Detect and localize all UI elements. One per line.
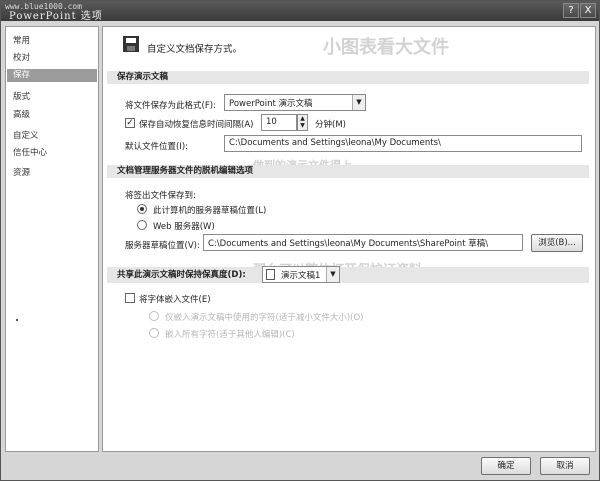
drafts-location-value: C:\Documents and Settings\leona\My Docum… (208, 239, 489, 249)
save-format-select[interactable]: PowerPoint 演示文稿 ▼ (224, 94, 366, 111)
autorecover-minutes-input[interactable]: 10 (261, 114, 297, 131)
radio-embed-all-chars[interactable] (149, 328, 159, 338)
cancel-button[interactable]: 取消 (540, 457, 590, 475)
presentation-icon (266, 269, 275, 280)
format-label: 将文件保存为此格式(F): (125, 101, 216, 111)
radio-server-drafts[interactable] (137, 204, 147, 214)
fidelity-document-select[interactable]: 演示文稿1 ▼ (262, 266, 340, 283)
sidebar-item-proofing[interactable]: 校对 (7, 52, 97, 65)
radio-web-server-label: Web 服务器(W) (153, 222, 215, 232)
close-button[interactable]: X (580, 3, 596, 18)
embed-fonts-label: 将字体嵌入文件(E) (139, 295, 211, 305)
autorecover-minutes-value: 10 (266, 117, 277, 127)
minutes-spinner[interactable]: ▲ ▼ (297, 114, 308, 131)
page-description: 自定义文档保存方式。 (147, 44, 243, 55)
fidelity-label: 共享此演示文稿时保持保真度(D): (117, 270, 246, 280)
ghost-text-1: 小图表看大文件 (323, 37, 449, 58)
minutes-label: 分钟(M) (315, 120, 346, 130)
save-options-panel: 小图表看大文件 做到的演示文件得上 那么可以整体打开保护证资料 自定义文档保存方… (102, 26, 596, 452)
radio-embed-all-chars-label: 嵌入所有字符(适于其他人编辑)(C) (165, 330, 295, 340)
help-button[interactable]: ? (563, 3, 579, 18)
sidebar-speck (16, 319, 18, 321)
sidebar-item-customize[interactable]: 自定义 (7, 130, 97, 143)
default-location-input[interactable]: C:\Documents and Settings\leona\My Docum… (224, 135, 582, 152)
dialog-title: PowerPoint 选项 (9, 11, 103, 22)
radio-server-drafts-label: 此计算机的服务器草稿位置(L) (153, 206, 267, 216)
section-offline-editing: 文档管理服务器文件的脱机编辑选项 (107, 165, 589, 178)
sidebar-item-advanced[interactable]: 高级 (7, 109, 97, 122)
sidebar-item-save[interactable]: 保存 (7, 69, 97, 82)
options-sidebar: 常用 校对 保存 版式 高级 自定义 信任中心 资源 (5, 26, 99, 452)
title-bar: www.blue1000.com PowerPoint 选项 ? X (1, 1, 599, 22)
spin-up-icon: ▲ (300, 115, 305, 122)
autorecover-label: 保存自动恢复信息时间间隔(A) (139, 120, 254, 130)
save-checked-out-label: 将签出文件保存到: (125, 191, 196, 201)
sidebar-item-resources[interactable]: 资源 (7, 167, 97, 180)
radio-web-server[interactable] (137, 220, 147, 230)
drafts-location-input[interactable]: C:\Documents and Settings\leona\My Docum… (203, 234, 523, 251)
autorecover-checkbox[interactable]: ✓ (125, 118, 135, 128)
section-save-presentation: 保存演示文稿 (107, 71, 589, 84)
radio-embed-used-chars-label: 仅嵌入演示文稿中使用的字符(适于减小文件大小)(O) (165, 313, 364, 323)
save-format-value: PowerPoint 演示文稿 (229, 99, 313, 109)
chevron-down-icon: ▼ (352, 95, 365, 110)
embed-fonts-checkbox[interactable] (125, 293, 135, 303)
sidebar-item-general[interactable]: 常用 (7, 35, 97, 48)
options-dialog: www.blue1000.com PowerPoint 选项 ? X 常用 校对… (0, 0, 600, 481)
section-fidelity: 共享此演示文稿时保持保真度(D): (107, 267, 589, 283)
ok-button[interactable]: 确定 (481, 457, 531, 475)
browse-button[interactable]: 浏览(B)... (531, 234, 583, 252)
default-location-value: C:\Documents and Settings\leona\My Docum… (229, 138, 441, 148)
spin-down-icon: ▼ (300, 122, 305, 129)
sidebar-item-trust-center[interactable]: 信任中心 (7, 147, 97, 160)
drafts-location-label: 服务器草稿位置(V): (125, 241, 200, 251)
chevron-down-icon: ▼ (326, 267, 339, 282)
save-icon (123, 36, 139, 52)
default-location-label: 默认文件位置(I): (125, 142, 189, 152)
fidelity-document-value: 演示文稿1 (281, 271, 321, 281)
radio-embed-used-chars[interactable] (149, 311, 159, 321)
sidebar-item-layout[interactable]: 版式 (7, 91, 97, 104)
